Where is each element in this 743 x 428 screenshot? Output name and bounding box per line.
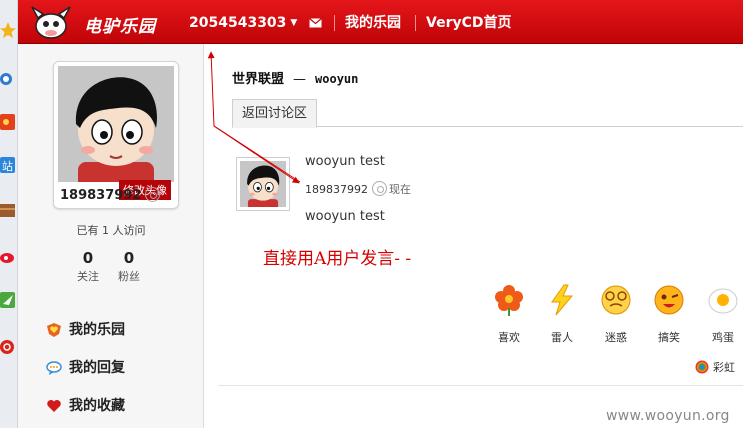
- sidebar-item-label: 我的乐园: [69, 322, 125, 338]
- following-count: 0: [82, 249, 94, 267]
- shield-heart-icon: [47, 323, 61, 337]
- post-time: 现在: [389, 183, 411, 196]
- user-id: 2054543303: [189, 15, 287, 31]
- plane-icon[interactable]: [0, 290, 16, 310]
- star-icon[interactable]: [0, 20, 16, 40]
- back-to-forum-tab[interactable]: 返回讨论区: [232, 99, 318, 128]
- sidebar-item-my-park[interactable]: 我的乐园: [46, 320, 125, 340]
- dizzy-face-icon: [601, 285, 631, 315]
- post-author-id[interactable]: 189837992: [305, 183, 368, 196]
- browser-extension-bar: 站: [0, 0, 18, 428]
- breadcrumb: 世界联盟 — wooyun: [232, 68, 358, 87]
- photo-icon[interactable]: [0, 112, 16, 132]
- rainbow-icon: [695, 360, 709, 374]
- stat-fans[interactable]: 0 粉丝: [109, 249, 149, 284]
- nav-my-park[interactable]: 我的乐园: [345, 0, 401, 44]
- donkey-mascot-icon: [31, 6, 71, 39]
- post-title[interactable]: wooyun test: [305, 154, 385, 169]
- nav-divider: [334, 15, 335, 31]
- heart-icon: [47, 400, 61, 412]
- post-meta: 189837992 现在: [305, 181, 411, 197]
- nav-divider: [415, 15, 416, 31]
- lightning-icon: [551, 284, 574, 316]
- profile-avatar-card: 修改头像 189837992: [53, 61, 179, 209]
- post-author-avatar[interactable]: [236, 157, 290, 211]
- uid-text: 189837992: [60, 188, 142, 203]
- site-header: 电驴乐园 2054543303 ▼ 我的乐园 VeryCD首页: [18, 0, 743, 44]
- post-body: wooyun test: [305, 209, 385, 224]
- cloud-icon[interactable]: [0, 68, 16, 88]
- chevron-down-icon: ▼: [290, 18, 298, 28]
- user-menu[interactable]: 2054543303 ▼: [189, 0, 297, 44]
- reaction-shocking[interactable]: 雷人: [537, 284, 587, 345]
- sidebar-item-label: 我的回复: [69, 360, 125, 376]
- at-icon[interactable]: [0, 336, 16, 356]
- annotation-text: 直接用A用户发言- -: [263, 249, 412, 269]
- reaction-label: 迷惑: [605, 331, 627, 344]
- breadcrumb-user[interactable]: wooyun: [315, 72, 358, 86]
- user-uid: 189837992: [60, 187, 161, 203]
- fans-count: 0: [123, 249, 135, 267]
- logo-text: 电驴乐园: [84, 17, 156, 37]
- sidebar-item-my-favorites[interactable]: 我的收藏: [46, 396, 125, 416]
- reaction-confused[interactable]: 迷惑: [591, 284, 641, 345]
- reaction-funny[interactable]: 搞笑: [644, 284, 694, 345]
- level-badge-icon[interactable]: [372, 181, 387, 196]
- nav-verycd-home[interactable]: VeryCD首页: [426, 0, 512, 44]
- rainbow-label: 彩虹: [713, 361, 735, 374]
- reaction-label: 搞笑: [658, 331, 680, 344]
- weibo-icon[interactable]: [0, 246, 16, 266]
- profile-sidebar: 修改头像 189837992 已有 1 人访问 0 关注 0 粉丝 我的乐园 我…: [18, 44, 204, 428]
- watermark: www.wooyun.org: [606, 408, 730, 424]
- speech-bubble-icon: [46, 361, 62, 375]
- flower-icon: [495, 285, 523, 316]
- stat-following[interactable]: 0 关注: [68, 249, 108, 284]
- breadcrumb-group[interactable]: 世界联盟: [232, 72, 284, 87]
- reaction-like[interactable]: 喜欢: [484, 284, 534, 345]
- sidebar-item-label: 我的收藏: [69, 398, 125, 414]
- site-logo[interactable]: 电驴乐园: [26, 4, 176, 40]
- fans-label: 粉丝: [118, 270, 140, 283]
- site-icon[interactable]: 站: [0, 155, 16, 175]
- reaction-label: 雷人: [551, 331, 573, 344]
- reaction-label: 喜欢: [498, 331, 520, 344]
- visit-count: 已有 1 人访问: [76, 224, 146, 237]
- winking-face-icon: [654, 285, 684, 315]
- mail-link[interactable]: [309, 0, 322, 44]
- reaction-egg[interactable]: 鸡蛋: [698, 284, 743, 345]
- svg-text:站: 站: [2, 159, 13, 173]
- content-divider: [218, 385, 743, 386]
- avatar[interactable]: [58, 66, 174, 182]
- breadcrumb-separator: —: [293, 72, 307, 87]
- sidebar-item-my-replies[interactable]: 我的回复: [46, 358, 125, 378]
- following-label: 关注: [77, 270, 99, 283]
- rainbow-link[interactable]: 彩虹: [695, 359, 735, 375]
- mail-icon: [309, 18, 322, 28]
- fried-egg-icon: [708, 288, 738, 314]
- box-icon[interactable]: [0, 200, 16, 220]
- level-badge-icon[interactable]: [145, 187, 161, 202]
- reaction-label: 鸡蛋: [712, 331, 734, 344]
